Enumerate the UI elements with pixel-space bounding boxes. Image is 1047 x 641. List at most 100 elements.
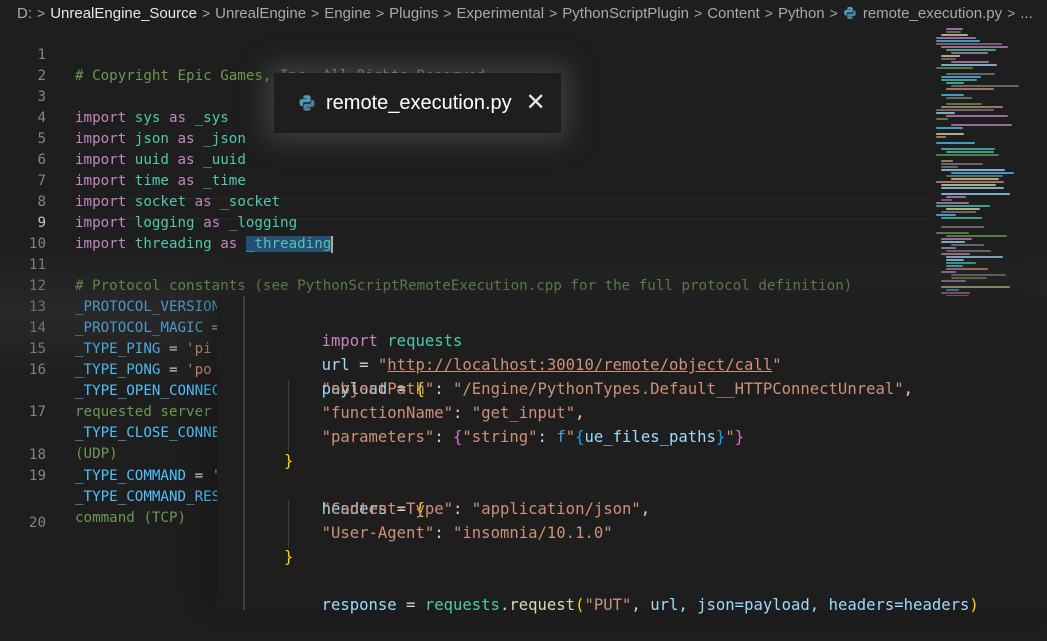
minimap-line (941, 292, 970, 294)
minimap-line (941, 271, 957, 273)
module-name: uuid (134, 152, 169, 168)
minimap-line (936, 136, 947, 138)
minimap-line (936, 133, 964, 135)
minimap-line (946, 259, 964, 261)
breadcrumb-more[interactable]: ... (1020, 5, 1033, 22)
code-text: import uuid as _uuid (75, 150, 246, 171)
minimap-line (946, 49, 997, 51)
close-icon[interactable]: ✕ (526, 91, 546, 115)
minimap-line (946, 256, 1004, 258)
breadcrumb-experimental[interactable]: Experimental (457, 5, 545, 22)
breadcrumb-drive[interactable]: D: (17, 5, 32, 22)
minimap-line (936, 142, 975, 144)
module-alias: _sys (194, 110, 229, 126)
breadcrumb-plugins[interactable]: Plugins (389, 5, 438, 22)
minimap-line (946, 289, 960, 291)
breadcrumb-pythonscriptplugin[interactable]: PythonScriptPlugin (562, 5, 689, 22)
dict-value: application/json (481, 500, 632, 518)
breadcrumb-unrealengine[interactable]: UnrealEngine (215, 5, 306, 22)
minimap-line (936, 202, 970, 204)
minimap-line (946, 28, 963, 30)
minimap-line (946, 103, 983, 105)
dict-value: insomnia/10.1.0 (462, 524, 604, 542)
minimap-line (936, 127, 963, 129)
minimap-line (936, 154, 999, 156)
keyword: as (177, 131, 195, 147)
minimap-line (941, 106, 1004, 108)
keyword: as (194, 194, 212, 210)
snippet-line-close: } (284, 452, 294, 470)
breadcrumb-unrealengine-source[interactable]: UnrealEngine_Source (50, 5, 197, 22)
minimap-line (941, 211, 977, 213)
breadcrumb-python[interactable]: Python (778, 5, 825, 22)
keyword: import (75, 194, 127, 210)
constant-name: _TYPE_COMMAND_RES (75, 489, 221, 505)
breadcrumb-separator: > (829, 5, 838, 21)
code-line: 11 # Protocol constants (see PythonScrip… (0, 234, 852, 294)
code-line: 18 _TYPE_COMMAND = ' (0, 424, 220, 484)
snippet-line-close: } (284, 548, 294, 566)
snippet-line-payload: payload = { (321, 380, 425, 398)
code-text: _TYPE_PING = 'pi (75, 341, 212, 357)
minimap-line (951, 178, 1000, 180)
function-name: request (509, 596, 576, 614)
breadcrumb-engine[interactable]: Engine (324, 5, 371, 22)
breadcrumb-file[interactable]: remote_execution.py (863, 5, 1002, 22)
module-name: json (134, 131, 169, 147)
constant-value: 'po (186, 362, 212, 378)
constant-value: 'pi (186, 341, 212, 357)
code-line: 9 import threading as _threading (0, 192, 334, 253)
keyword: import (75, 173, 127, 189)
code-text: import sys as _sys (75, 108, 229, 129)
constant-name: _TYPE_PONG (75, 362, 161, 378)
minimap-line (946, 151, 995, 153)
text-cursor (331, 235, 334, 253)
keyword: as (168, 110, 187, 126)
minimap-line (936, 43, 1003, 45)
minimap-line (941, 253, 971, 255)
constant-name: _TYPE_PING (75, 341, 161, 357)
minimap-line (946, 97, 972, 99)
breadcrumb-separator: > (694, 5, 703, 21)
code-text: import json as _json (75, 129, 246, 150)
minimap-line (946, 175, 1004, 177)
constant-name: _TYPE_COMMAND (75, 468, 187, 484)
minimap-line (936, 118, 949, 120)
dict-key: string (471, 428, 529, 446)
snippet-line-functionname: "functionName": "get_input", (321, 404, 585, 422)
tab-title: remote_execution.py (326, 91, 512, 114)
minimap-line (941, 55, 961, 57)
minimap-line (946, 196, 967, 198)
dict-value: /Engine/PythonTypes.Default__HTTPConnect… (462, 380, 895, 398)
code-line: 3 import sys as _sys (0, 66, 228, 126)
minimap-line (941, 286, 1010, 288)
code-line: 17 _TYPE_CLOSE_CONNE (0, 381, 220, 441)
code-text: requested server (75, 404, 212, 420)
module-name: sys (134, 110, 161, 126)
minimap-line (941, 217, 982, 219)
minimap-line (946, 262, 977, 264)
url-link[interactable]: http://localhost:30010/remote/object/cal… (387, 356, 772, 374)
minimap-line (936, 112, 956, 114)
code-line: 16 _TYPE_OPEN_CONNEC (0, 339, 220, 399)
code-text: # Protocol constants (see PythonScriptRe… (75, 278, 853, 294)
minimap-line (941, 199, 953, 201)
code-line: requested server (0, 360, 212, 420)
minimap[interactable] (930, 24, 1047, 299)
minimap-line (946, 31, 961, 33)
minimap-line (941, 241, 965, 243)
minimap-line (946, 115, 1009, 117)
code-text: _TYPE_PONG = 'po (75, 362, 212, 378)
editor-tab[interactable]: remote_execution.py ✕ (274, 73, 561, 133)
code-line: 15 _TYPE_PONG = 'po (0, 318, 212, 378)
dict-key: objectPath (330, 380, 425, 398)
keyword: import (75, 215, 127, 231)
minimap-line (941, 34, 969, 36)
module-name: time (134, 173, 169, 189)
code-line: (UDP) (0, 402, 118, 462)
python-icon (299, 95, 315, 111)
code-text: _TYPE_COMMAND_RES (75, 487, 220, 508)
module-alias: _threading (245, 236, 332, 252)
code-line: 5 import uuid as _uuid (0, 108, 245, 168)
breadcrumb-content[interactable]: Content (707, 5, 760, 22)
